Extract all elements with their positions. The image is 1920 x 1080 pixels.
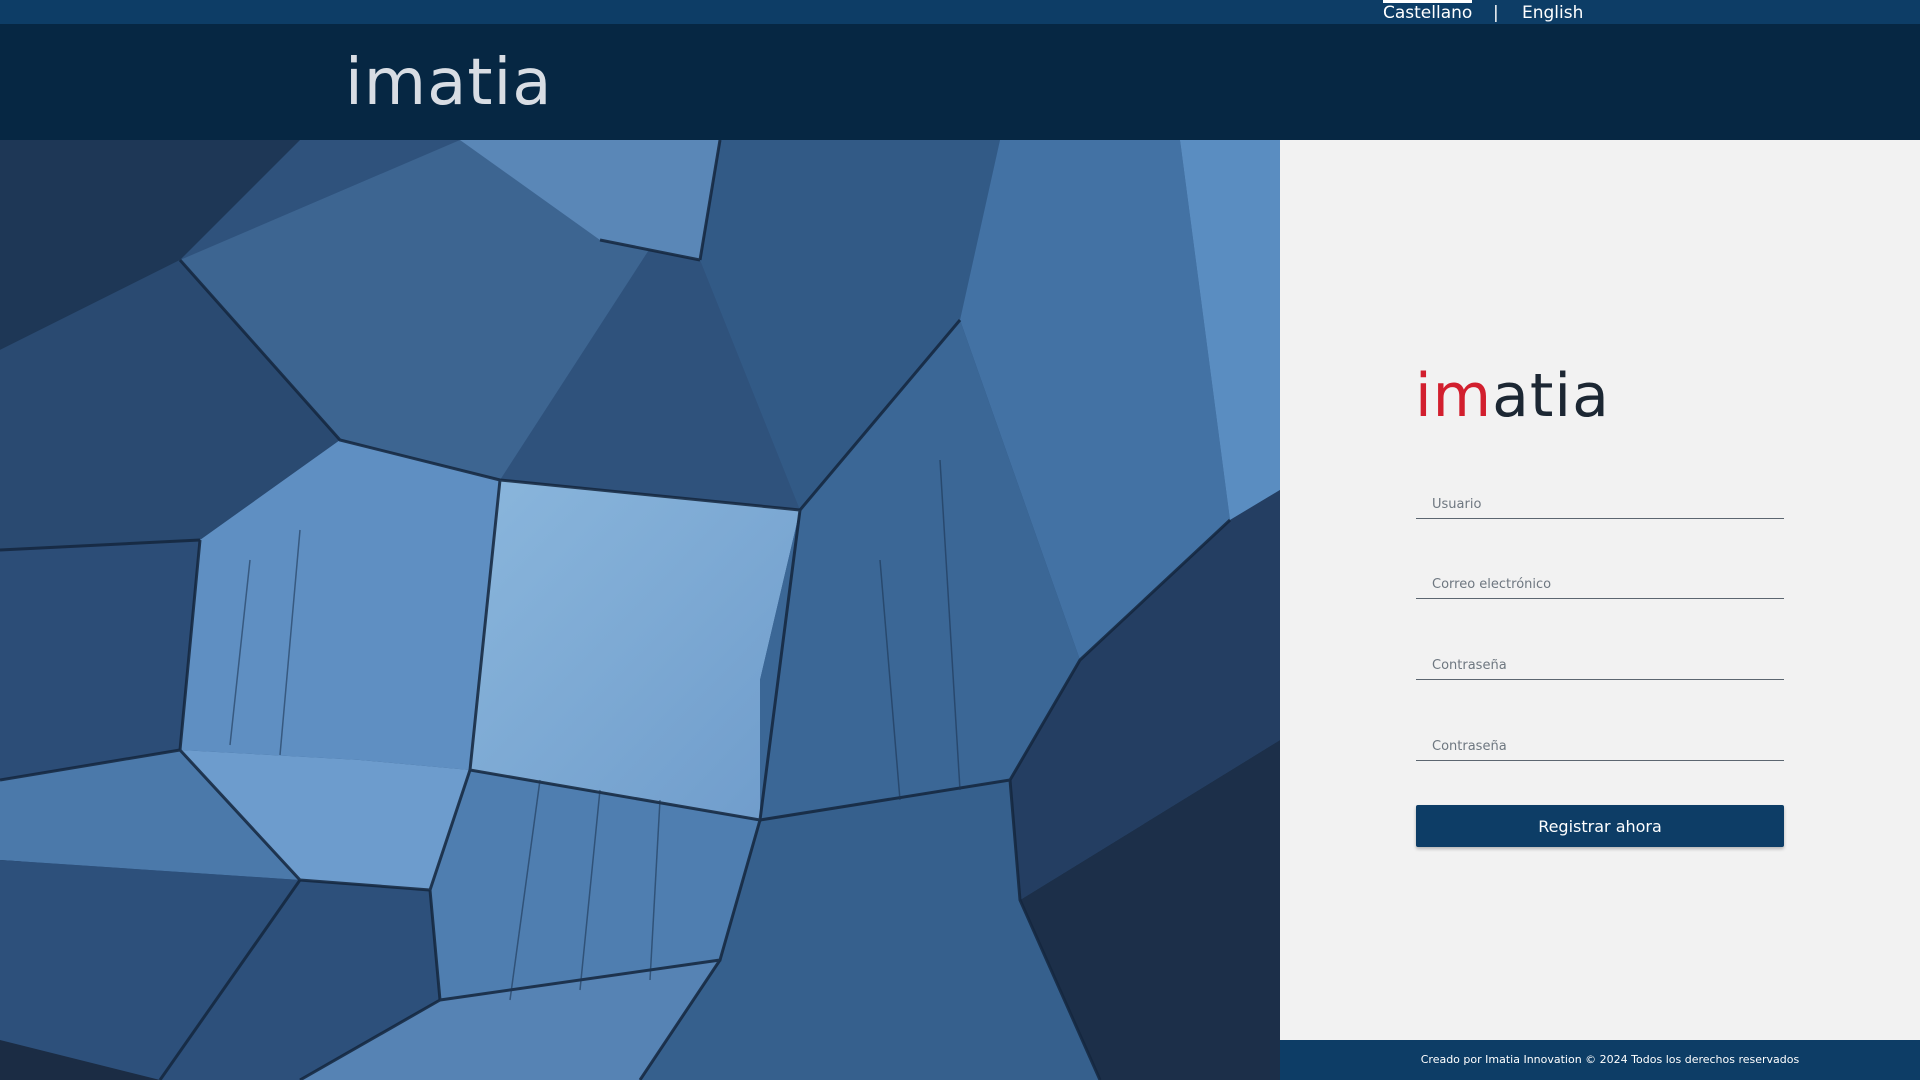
architecture-background-image [0, 140, 1280, 1080]
language-english-link[interactable]: English [1522, 3, 1583, 23]
password-field[interactable] [1416, 648, 1784, 680]
form-logo-dark-part: atia [1492, 361, 1610, 431]
username-field[interactable] [1416, 487, 1784, 519]
form-logo-red-part: im [1415, 361, 1493, 431]
page-header: imatia [0, 24, 1920, 140]
register-now-button[interactable]: Registrar ahora [1416, 805, 1784, 847]
page-footer: Creado por Imatia Innovation © 2024 Todo… [1280, 1040, 1920, 1080]
footer-copyright: Creado por Imatia Innovation © 2024 Todo… [1420, 1053, 1800, 1066]
registration-panel: imatia Registrar ahora [1280, 140, 1920, 1040]
header-logo[interactable]: imatia [345, 51, 552, 115]
form-logo: imatia [1415, 366, 1610, 426]
email-field[interactable] [1416, 567, 1784, 599]
language-castellano-link[interactable]: Castellano [1383, 0, 1473, 23]
password-confirm-field[interactable] [1416, 729, 1784, 761]
language-bar: Castellano | English [0, 0, 1920, 24]
language-separator: | [1493, 3, 1499, 23]
